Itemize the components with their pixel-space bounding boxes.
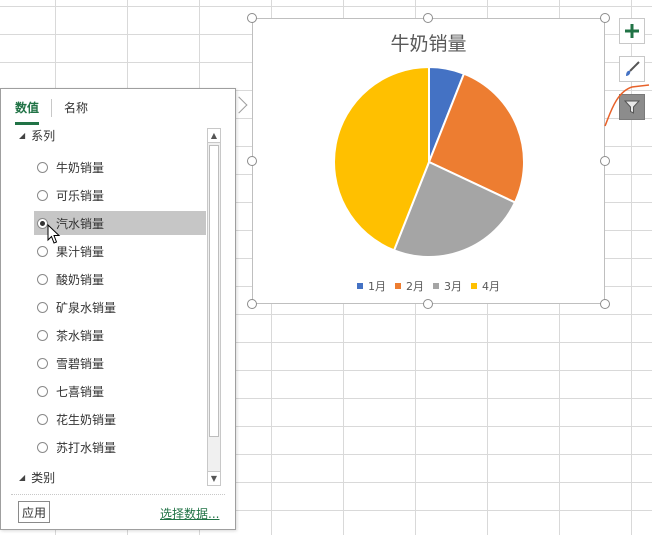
series-scrollbar[interactable]: ▲ ▼ [207, 128, 221, 486]
red-ink-annotation [604, 84, 650, 127]
category-section-header[interactable]: ◢ 类别 [19, 469, 55, 486]
mouse-cursor-icon [47, 224, 61, 244]
radio-button[interactable] [37, 385, 48, 397]
series-option-tea[interactable]: 茶水销量 [34, 321, 206, 349]
series-option-yogurt[interactable]: 酸奶销量 [34, 265, 206, 293]
radio-button[interactable] [37, 273, 48, 285]
series-option-7up[interactable]: 七喜销量 [34, 377, 206, 405]
series-option-cola[interactable]: 可乐销量 [34, 181, 206, 209]
series-option-label: 牛奶销量 [56, 160, 105, 175]
legend-swatch [395, 283, 401, 289]
footer-divider [11, 494, 225, 495]
series-option-label: 茶水销量 [56, 328, 105, 343]
scroll-up-button[interactable]: ▲ [208, 129, 220, 143]
pie-plot [333, 65, 525, 258]
resize-handle-top-left[interactable] [247, 13, 257, 23]
plus-icon [625, 24, 639, 38]
scroll-thumb[interactable] [209, 145, 219, 437]
resize-handle-bottom-right[interactable] [600, 299, 610, 309]
radio-button[interactable] [37, 161, 48, 173]
tab-names[interactable]: 名称 [64, 99, 88, 125]
series-option-label: 可乐销量 [56, 188, 105, 203]
radio-button[interactable] [37, 329, 48, 341]
select-data-link[interactable]: 选择数据... [160, 505, 219, 522]
radio-button[interactable] [37, 301, 48, 313]
category-header-label: 类别 [31, 471, 56, 485]
legend-swatch [433, 283, 439, 289]
resize-handle-left[interactable] [247, 156, 257, 166]
resize-handle-right[interactable] [600, 156, 610, 166]
series-section-header[interactable]: ◢ 系列 [19, 127, 55, 144]
series-option-label: 果汁销量 [56, 244, 105, 259]
legend-item: 2月 [395, 278, 424, 294]
series-option-sprite[interactable]: 雪碧销量 [34, 349, 206, 377]
brush-icon [626, 61, 640, 76]
chart-elements-button[interactable] [619, 18, 645, 44]
legend-swatch [471, 283, 477, 289]
resize-handle-top-right[interactable] [600, 13, 610, 23]
filter-tabs: 数值 名称 [15, 99, 88, 125]
series-header-label: 系列 [31, 129, 56, 143]
chart-styles-button[interactable] [619, 56, 645, 82]
radio-button[interactable] [37, 357, 48, 369]
series-option-label: 苏打水销量 [56, 440, 117, 455]
legend-swatch [357, 283, 363, 289]
apply-button[interactable]: 应用 [18, 501, 50, 523]
chart-legend: 1月 2月 3月 4月 [253, 278, 604, 294]
tab-divider [51, 99, 53, 117]
series-option-label: 汽水销量 [56, 216, 105, 231]
legend-label: 1月 [368, 280, 386, 293]
series-option-peanut-milk[interactable]: 花生奶销量 [34, 405, 206, 433]
radio-button[interactable] [37, 189, 48, 201]
series-option-soda-water[interactable]: 苏打水销量 [34, 433, 206, 461]
scroll-down-button[interactable]: ▼ [208, 471, 220, 485]
tab-values[interactable]: 数值 [15, 99, 40, 125]
radio-button[interactable] [37, 441, 48, 453]
series-option-label: 酸奶销量 [56, 272, 105, 287]
series-option-mineral-water[interactable]: 矿泉水销量 [34, 293, 206, 321]
resize-handle-bottom-left[interactable] [247, 299, 257, 309]
legend-item: 1月 [357, 278, 386, 294]
series-option-label: 七喜销量 [56, 384, 105, 399]
series-option-label: 矿泉水销量 [56, 300, 117, 315]
series-option-milk[interactable]: 牛奶销量 [34, 153, 206, 181]
collapse-triangle-icon: ◢ [19, 131, 26, 140]
collapse-triangle-icon: ◢ [19, 473, 26, 482]
series-option-label: 花生奶销量 [56, 412, 117, 427]
resize-handle-bottom[interactable] [423, 299, 433, 309]
series-option-label: 雪碧销量 [56, 356, 105, 371]
resize-handle-top[interactable] [423, 13, 433, 23]
legend-label: 2月 [406, 280, 424, 293]
series-list: 牛奶销量 可乐销量 汽水销量 果汁销量 酸奶销量 矿泉水销量 茶水销量 雪碧销量… [34, 153, 206, 461]
legend-item: 4月 [471, 278, 500, 294]
radio-button[interactable] [37, 413, 48, 425]
pie-chart[interactable]: 牛奶销量 1月 2月 3月 4月 [252, 18, 605, 304]
legend-label: 4月 [482, 280, 500, 293]
radio-button[interactable] [37, 245, 48, 257]
radio-dot [40, 220, 45, 226]
legend-label: 3月 [444, 280, 462, 293]
chart-filter-pane: 数值 名称 ◢ 系列 牛奶销量 可乐销量 汽水销量 果汁销量 酸奶销量 矿泉水销… [0, 88, 236, 530]
legend-item: 3月 [433, 278, 462, 294]
